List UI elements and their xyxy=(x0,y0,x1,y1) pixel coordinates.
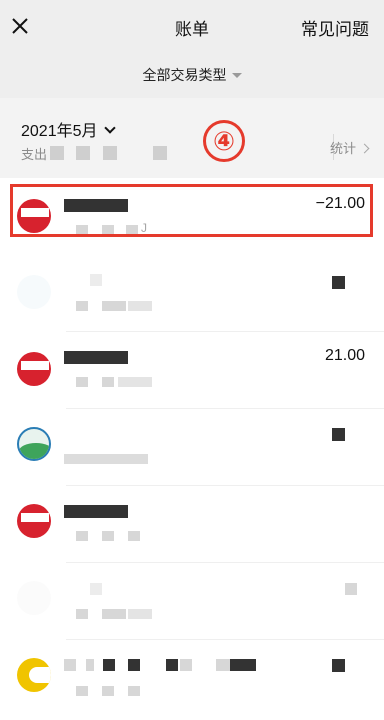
merchant-avatar xyxy=(17,504,51,538)
transaction-amount: 21.00 xyxy=(324,347,365,364)
redacted-block xyxy=(103,146,117,160)
step-marker: ④ xyxy=(203,120,245,162)
redacted-block xyxy=(102,377,114,387)
redacted-block xyxy=(166,659,178,671)
redacted-block xyxy=(128,686,140,696)
merchant-avatar xyxy=(17,275,51,309)
redacted-block xyxy=(128,301,152,311)
redacted-block xyxy=(153,146,167,160)
redacted-block xyxy=(216,659,230,671)
redacted-block xyxy=(76,686,88,696)
redacted-block xyxy=(76,146,90,160)
redacted-name xyxy=(64,505,128,518)
merchant-avatar xyxy=(17,352,51,386)
month-label: 2021年5月 xyxy=(21,123,98,140)
redacted-block xyxy=(102,609,126,619)
redacted-block xyxy=(50,146,64,160)
redacted-block xyxy=(64,659,76,671)
redacted-block xyxy=(76,531,88,541)
filter-bar: 全部交易类型 xyxy=(0,52,384,98)
list-item[interactable] xyxy=(0,409,384,486)
merchant-avatar xyxy=(17,581,51,615)
merchant-avatar xyxy=(17,658,51,692)
redacted-block xyxy=(102,301,126,311)
redacted-name xyxy=(64,351,128,364)
merchant-avatar xyxy=(17,427,51,461)
redacted-amount xyxy=(345,583,357,595)
redacted-block xyxy=(90,274,102,286)
caret-down-icon xyxy=(231,72,242,78)
list-item[interactable] xyxy=(0,640,384,717)
redacted-block xyxy=(128,609,152,619)
redacted-block xyxy=(118,377,152,387)
list-item[interactable] xyxy=(0,255,384,332)
transaction-type-filter[interactable]: 全部交易类型 xyxy=(0,65,384,85)
stats-link[interactable]: 统计 xyxy=(329,138,370,157)
list-item[interactable] xyxy=(0,563,384,640)
redacted-amount xyxy=(332,428,345,441)
chevron-down-icon xyxy=(103,122,116,134)
redacted-amount xyxy=(332,276,345,289)
redacted-block xyxy=(76,609,88,619)
filter-label: 全部交易类型 xyxy=(142,67,227,83)
highlight-box xyxy=(10,184,373,237)
top-bar: 账单 常见问题 xyxy=(0,0,384,52)
redacted-block xyxy=(103,659,115,671)
redacted-block xyxy=(102,686,114,696)
redacted-block xyxy=(128,659,140,671)
redacted-amount xyxy=(332,659,345,672)
list-item[interactable] xyxy=(0,486,384,563)
redacted-block xyxy=(90,583,102,595)
help-link[interactable]: 常见问题 xyxy=(301,15,369,40)
redacted-block xyxy=(128,531,140,541)
redacted-block xyxy=(76,377,88,387)
month-selector[interactable]: 2021年5月 xyxy=(21,117,116,141)
chevron-right-icon xyxy=(359,143,370,154)
redacted-block xyxy=(180,659,192,671)
list-item[interactable]: 21.00 xyxy=(0,332,384,409)
stats-label: 统计 xyxy=(329,141,356,156)
redacted-block xyxy=(76,301,88,311)
redacted-block xyxy=(230,659,256,671)
month-summary: 2021年5月 支出 统计 xyxy=(0,98,384,178)
spend-label: 支出 xyxy=(21,147,48,162)
redacted-block xyxy=(86,659,94,671)
redacted-block xyxy=(102,531,114,541)
redacted-block xyxy=(64,454,148,464)
